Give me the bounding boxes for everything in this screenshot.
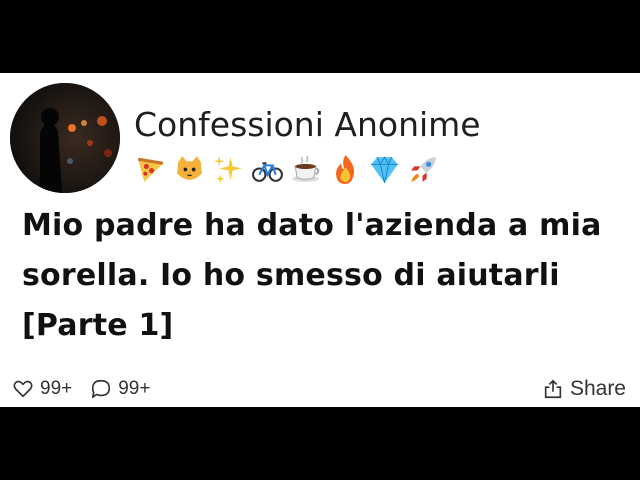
avatar[interactable] <box>10 83 120 193</box>
comment-icon <box>92 379 111 399</box>
share-label: Share <box>569 377 626 400</box>
share-button[interactable]: Share <box>542 377 626 401</box>
gem-icon <box>368 153 401 186</box>
bicycle-icon <box>251 153 284 186</box>
share-icon <box>544 379 562 399</box>
heart-icon <box>13 380 33 398</box>
post-title: Mio padre ha dato l'azienda a mia sorell… <box>22 208 602 343</box>
fire-icon <box>329 153 362 186</box>
post-footer: 99+ 99+ Share <box>0 371 640 407</box>
comment-button[interactable]: 99+ <box>90 378 150 400</box>
rocket-icon <box>407 153 440 186</box>
pizza-icon <box>134 153 167 186</box>
post-card: Confessioni Anonime Mio padre ha dato l'… <box>0 73 640 407</box>
cat-face-icon <box>173 153 206 186</box>
comment-count: 99+ <box>118 378 151 399</box>
like-button[interactable]: 99+ <box>12 378 72 400</box>
account-name[interactable]: Confessioni Anonime <box>134 105 481 144</box>
hot-coffee-icon <box>290 153 323 186</box>
sparkles-icon <box>212 153 245 186</box>
post-header: Confessioni Anonime <box>10 83 630 195</box>
emoji-row <box>134 153 440 186</box>
like-count: 99+ <box>40 378 73 399</box>
